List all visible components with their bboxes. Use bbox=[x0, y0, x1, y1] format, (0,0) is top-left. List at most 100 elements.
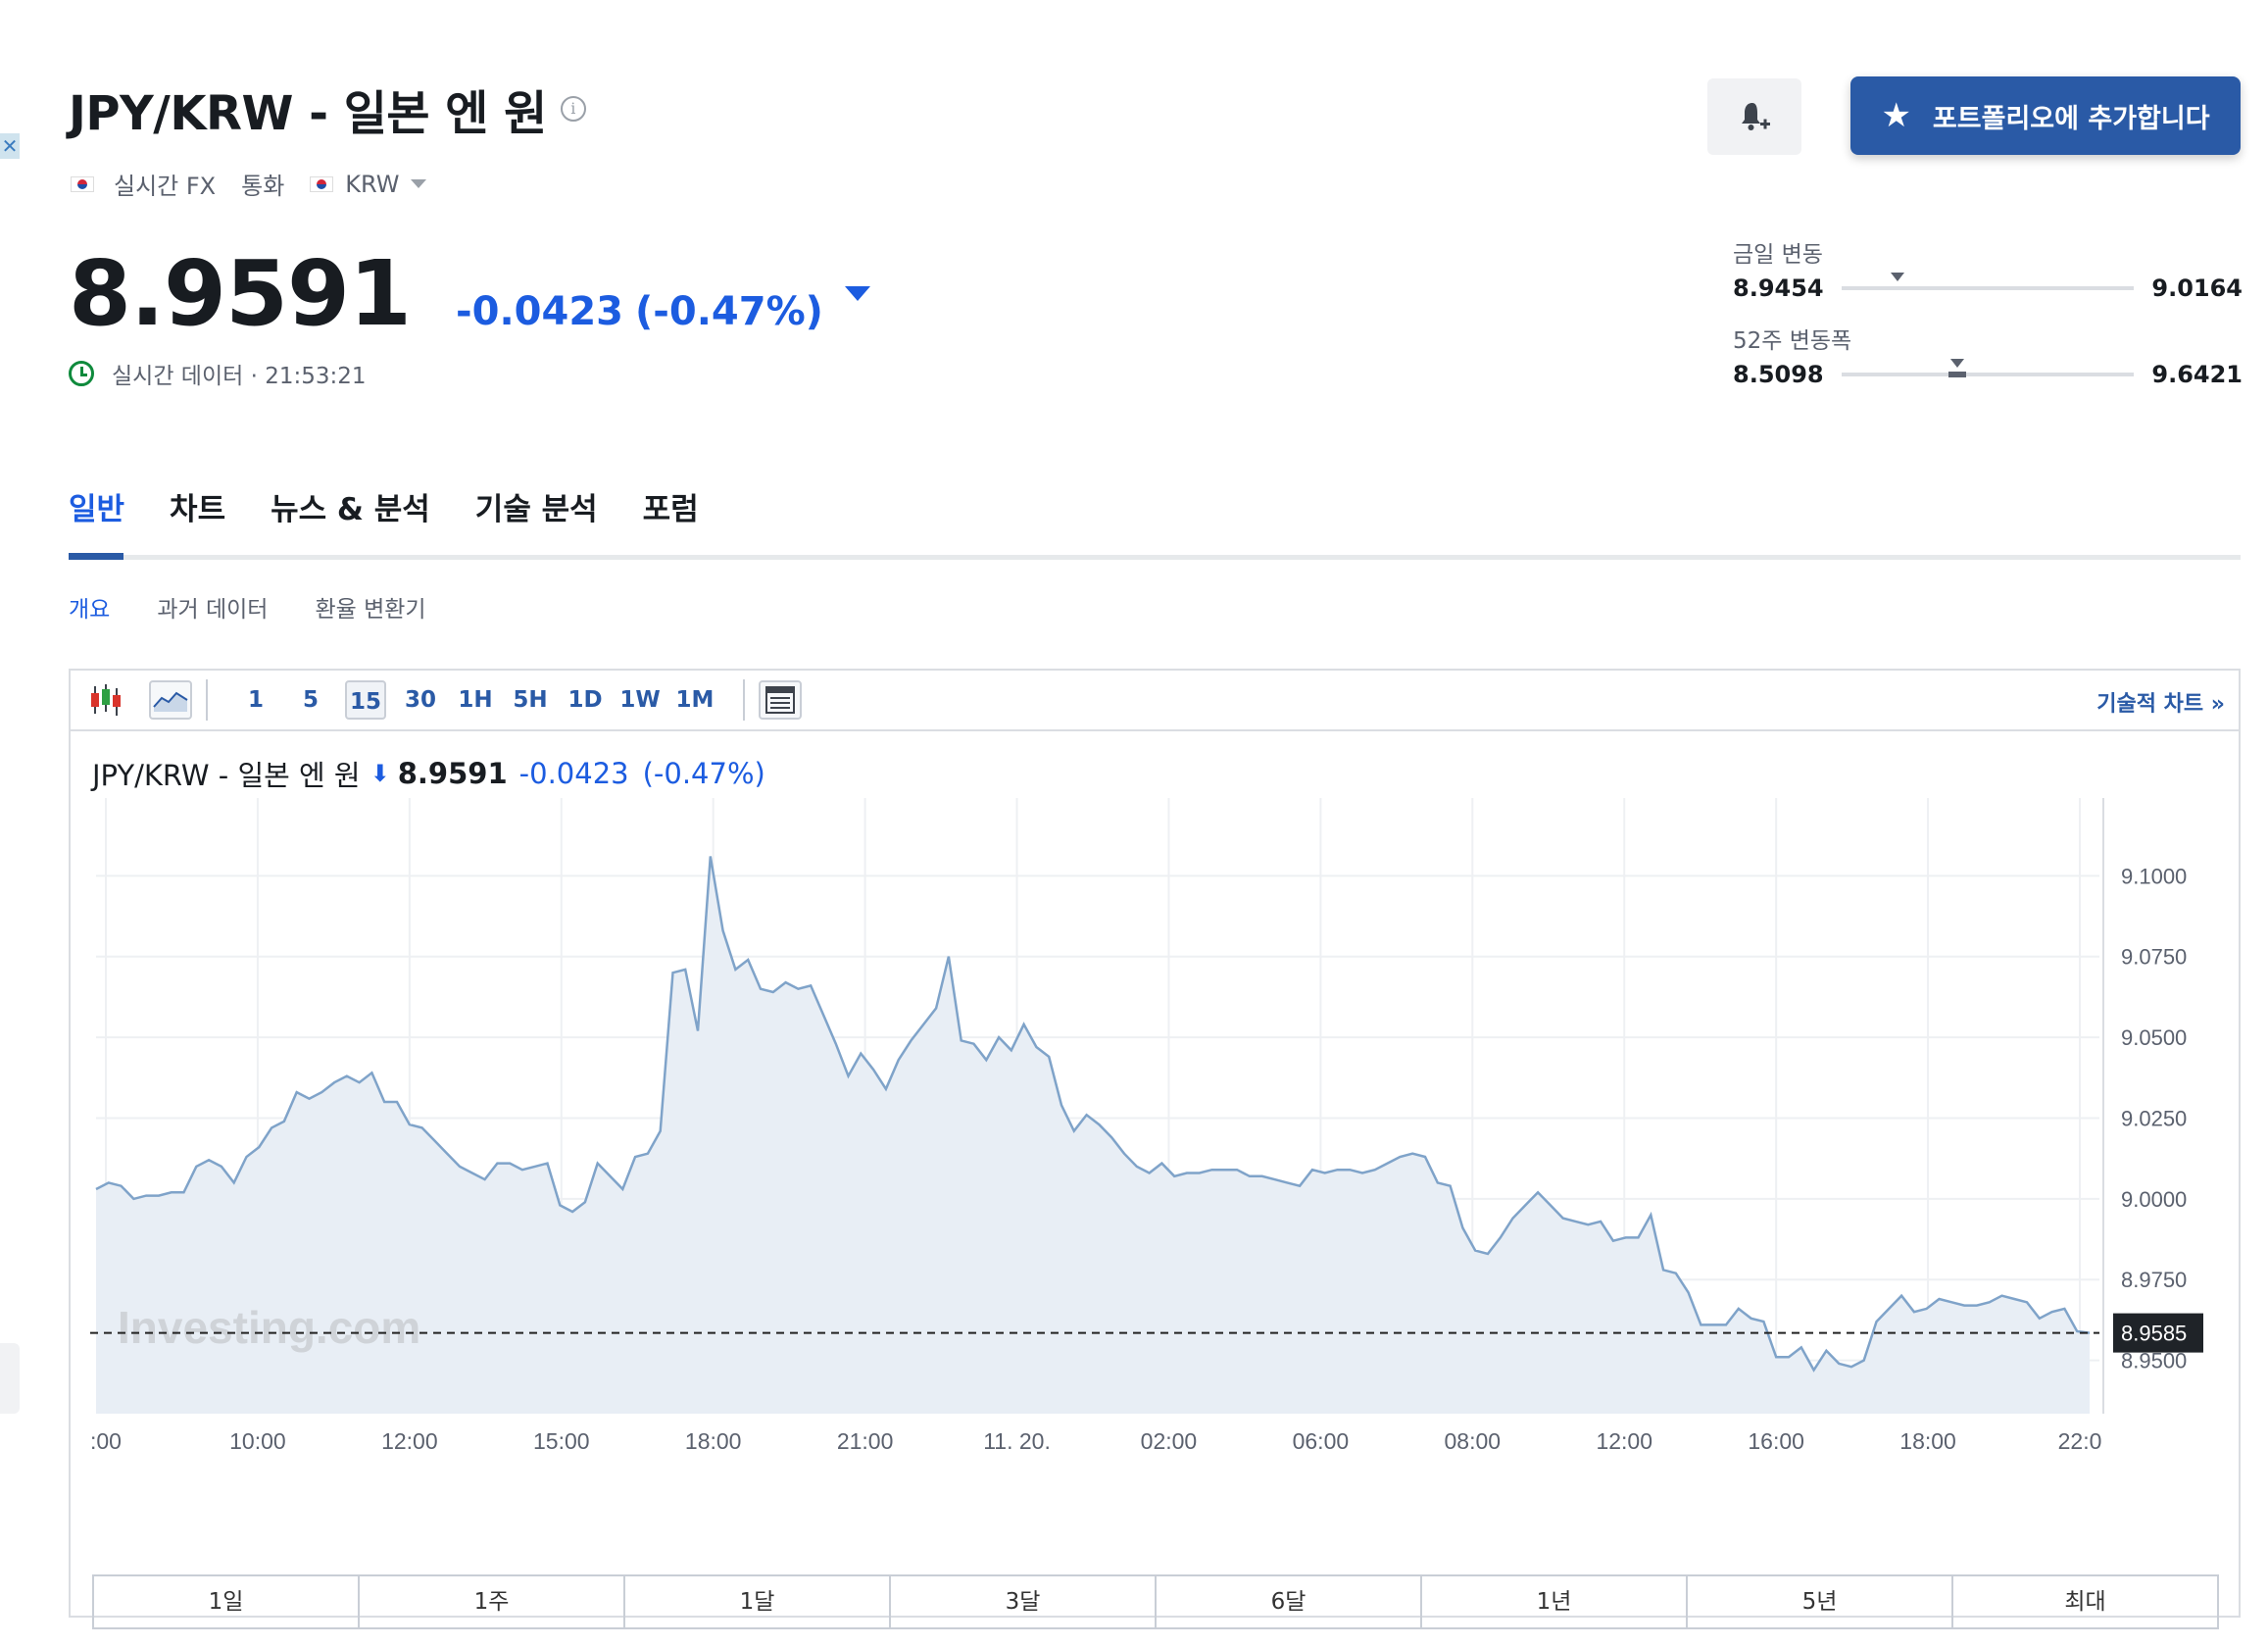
candlestick-icon[interactable] bbox=[84, 680, 127, 720]
legend-price: 8.9591 bbox=[397, 757, 508, 790]
korea-flag-icon bbox=[71, 175, 94, 192]
close-side-panel-icon[interactable]: ✕ bbox=[0, 133, 20, 159]
week52-range-low: 8.5098 bbox=[1733, 361, 1824, 388]
subtab-historical-data[interactable]: 과거 데이터 bbox=[157, 590, 268, 624]
toolbar-separator bbox=[206, 679, 208, 721]
x-tick-label: :00 bbox=[90, 1428, 122, 1454]
y-tick-label: 9.1000 bbox=[2121, 864, 2187, 888]
instrument-header: JPY/KRW - 일본 엔 원 i bbox=[69, 75, 586, 143]
day-range-high: 9.0164 bbox=[2151, 274, 2243, 302]
realtime-status: 실시간 데이터 · 21:53:21 bbox=[69, 357, 367, 390]
side-panel-handle[interactable] bbox=[0, 1343, 20, 1414]
day-range-bar bbox=[1841, 273, 2135, 290]
tab-general[interactable]: 일반 bbox=[69, 484, 124, 528]
interval-30[interactable]: 30 bbox=[400, 680, 441, 720]
legend-change: -0.0423 bbox=[518, 757, 629, 790]
y-tick-label: 9.0250 bbox=[2121, 1106, 2187, 1130]
y-tick-label: 9.0750 bbox=[2121, 945, 2187, 970]
x-tick-label: 10:00 bbox=[229, 1428, 286, 1454]
x-tick-label: 06:00 bbox=[1293, 1428, 1350, 1454]
toolbar-separator bbox=[743, 679, 745, 721]
period-1m[interactable]: 1달 bbox=[625, 1576, 891, 1627]
chart-legend: JPY/KRW - 일본 엔 원 ⬇ 8.9591 -0.0423 (-0.47… bbox=[92, 753, 765, 794]
price-chart[interactable]: Investing.com 9.1000 9.0750 9.0500 9.0250 9.0… bbox=[71, 798, 2239, 1523]
chevron-down-icon[interactable] bbox=[411, 179, 427, 188]
period-selector: 1일 1주 1달 3달 6달 1년 5년 최대 bbox=[92, 1574, 2219, 1629]
feed-label: 실시간 FX bbox=[114, 173, 217, 200]
period-3m[interactable]: 3달 bbox=[891, 1576, 1157, 1627]
subtab-overview[interactable]: 개요 bbox=[69, 590, 110, 624]
add-to-portfolio-label: 포트폴리오에 추가합니다 bbox=[1932, 103, 2210, 134]
x-tick-label: 22:0 bbox=[2058, 1428, 2102, 1454]
bell-plus-icon bbox=[1742, 103, 1770, 130]
x-tick-label: 16:00 bbox=[1748, 1428, 1804, 1454]
tab-technical[interactable]: 기술 분석 bbox=[475, 484, 598, 528]
chart-toolbar: 1 5 15 30 1H 5H 1D 1W 1M 기술적 차트 » bbox=[71, 671, 2239, 731]
x-tick-label: 18:00 bbox=[1899, 1428, 1956, 1454]
info-icon[interactable]: i bbox=[560, 96, 586, 122]
interval-1d[interactable]: 1D bbox=[565, 680, 606, 720]
week52-range-high: 9.6421 bbox=[2151, 361, 2243, 388]
x-tick-label: 15:00 bbox=[533, 1428, 590, 1454]
period-1d[interactable]: 1일 bbox=[94, 1576, 360, 1627]
period-6m[interactable]: 6달 bbox=[1157, 1576, 1422, 1627]
period-5y[interactable]: 5년 bbox=[1688, 1576, 1953, 1627]
day-range: 금일 변동 8.9454 9.0164 bbox=[1733, 235, 2243, 302]
x-tick-label: 12:00 bbox=[1596, 1428, 1652, 1454]
add-to-portfolio-button[interactable]: ★ 포트폴리오에 추가합니다 bbox=[1850, 76, 2241, 155]
subtab-converter[interactable]: 환율 변환기 bbox=[315, 590, 425, 624]
tab-forum[interactable]: 포럼 bbox=[643, 484, 699, 528]
interval-1m[interactable]: 1M bbox=[674, 680, 715, 720]
tab-chart[interactable]: 차트 bbox=[170, 484, 225, 528]
y-tick-label: 8.9750 bbox=[2121, 1268, 2187, 1292]
x-tick-label: 21:00 bbox=[837, 1428, 894, 1454]
week52-range-label: 52주 변동폭 bbox=[1733, 328, 1852, 354]
interval-1[interactable]: 1 bbox=[235, 680, 276, 720]
interval-5h[interactable]: 5H bbox=[510, 680, 551, 720]
currency-selector[interactable]: KRW bbox=[345, 171, 399, 198]
day-range-label: 금일 변동 bbox=[1733, 242, 1823, 268]
korea-flag-icon bbox=[310, 175, 334, 192]
week52-range-bar bbox=[1841, 359, 2135, 377]
interval-15[interactable]: 15 bbox=[345, 680, 386, 720]
price-change-percent: (-0.47%) bbox=[635, 289, 823, 334]
legend-name: JPY/KRW - 일본 엔 원 bbox=[92, 759, 361, 792]
main-tabs: 일반 차트 뉴스 & 분석 기술 분석 포럼 bbox=[69, 484, 744, 528]
period-max[interactable]: 최대 bbox=[1953, 1576, 2217, 1627]
x-tick-label: 12:00 bbox=[381, 1428, 438, 1454]
chart-widget: 1 5 15 30 1H 5H 1D 1W 1M 기술적 차트 » JPY/KR… bbox=[69, 669, 2241, 1629]
technical-chart-link[interactable]: 기술적 차트 » bbox=[2096, 686, 2225, 718]
last-price: 8.9591 bbox=[69, 241, 412, 346]
instrument-meta: 실시간 FX 통화 KRW bbox=[71, 167, 427, 201]
star-icon: ★ bbox=[1881, 96, 1911, 135]
current-price-label: 8.9585 bbox=[2121, 1322, 2187, 1346]
day-range-marker bbox=[1891, 273, 1905, 281]
x-tick-label: 08:00 bbox=[1445, 1428, 1502, 1454]
sub-tabs: 개요 과거 데이터 환율 변환기 bbox=[69, 590, 473, 624]
add-alert-button[interactable] bbox=[1707, 78, 1801, 155]
investing-watermark: Investing.com bbox=[118, 1302, 420, 1353]
week52-range: 52주 변동폭 8.5098 9.6421 bbox=[1733, 322, 2243, 388]
area-chart-icon[interactable] bbox=[149, 680, 192, 720]
legend-change-percent: (-0.47%) bbox=[642, 757, 765, 790]
x-tick-label: 02:00 bbox=[1141, 1428, 1198, 1454]
data-table-icon[interactable] bbox=[759, 680, 802, 720]
y-tick-label: 9.0000 bbox=[2121, 1187, 2187, 1212]
interval-5[interactable]: 5 bbox=[290, 680, 331, 720]
clock-icon bbox=[69, 361, 94, 386]
down-arrow-icon bbox=[844, 286, 870, 301]
day-range-low: 8.9454 bbox=[1733, 274, 1824, 302]
period-1w[interactable]: 1주 bbox=[360, 1576, 625, 1627]
price-change: -0.0423 bbox=[456, 289, 623, 334]
tab-news-analysis[interactable]: 뉴스 & 분석 bbox=[271, 484, 430, 528]
page-title: JPY/KRW - 일본 엔 원 bbox=[69, 86, 547, 141]
period-1y[interactable]: 1년 bbox=[1422, 1576, 1688, 1627]
category-label: 통화 bbox=[241, 173, 285, 200]
price-block: 8.9591 -0.0423 (-0.47%) bbox=[69, 241, 870, 346]
interval-1h[interactable]: 1H bbox=[455, 680, 496, 720]
x-tick-label: 18:00 bbox=[685, 1428, 742, 1454]
week52-range-marker bbox=[1950, 359, 1965, 368]
interval-1w[interactable]: 1W bbox=[619, 680, 661, 720]
week52-range-fill bbox=[1948, 372, 1967, 377]
realtime-label: 실시간 데이터 · 21:53:21 bbox=[112, 364, 367, 389]
